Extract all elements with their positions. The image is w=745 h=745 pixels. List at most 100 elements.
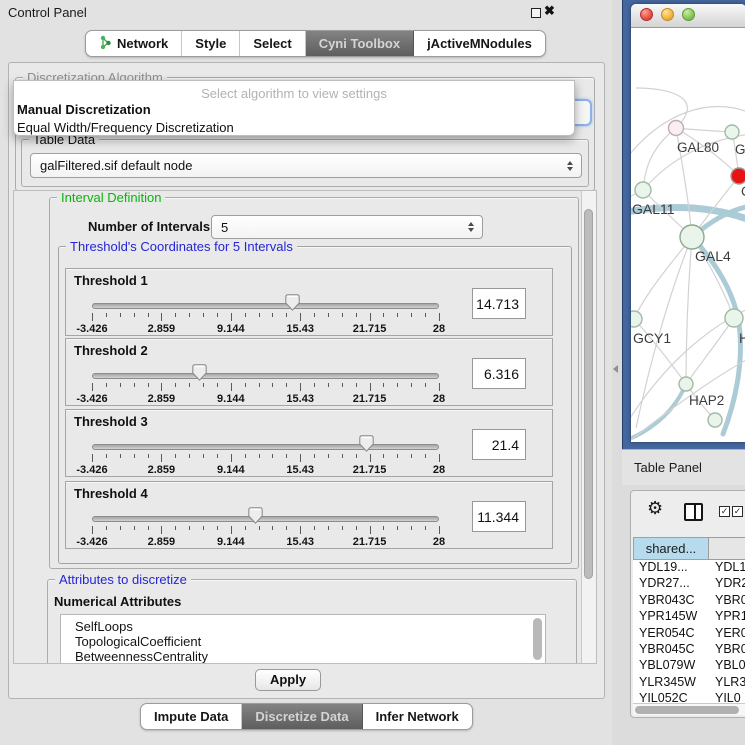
tick-mark bbox=[148, 454, 149, 458]
tick-mark bbox=[286, 526, 287, 530]
tick-mark bbox=[286, 313, 287, 317]
slider-track[interactable] bbox=[92, 516, 439, 522]
settings-scrollbar[interactable] bbox=[581, 191, 596, 663]
attributes-group-title: Attributes to discretize bbox=[55, 572, 191, 587]
tick-label: -3.426 bbox=[76, 464, 107, 476]
node-gal4[interactable] bbox=[680, 225, 704, 249]
tick-label: 2.859 bbox=[148, 536, 176, 548]
tick-mark bbox=[245, 526, 246, 530]
threshold-value-box[interactable]: 11.344 bbox=[472, 501, 526, 532]
threshold-slider[interactable]: -3.4262.8599.14415.4321.71528 bbox=[92, 438, 439, 476]
slider-thumb[interactable] bbox=[192, 364, 207, 381]
tab-infer-network[interactable]: Infer Network bbox=[363, 704, 472, 729]
table-scrollbar-thumb[interactable] bbox=[635, 706, 739, 714]
minimize-traffic-light-icon[interactable] bbox=[661, 8, 674, 21]
network-canvas[interactable]: GAL80GCGAL11GAL4GCY1HHAP2 bbox=[631, 28, 745, 442]
attribute-item[interactable]: TopologicalCoefficient bbox=[61, 634, 545, 649]
tick-mark bbox=[189, 526, 190, 530]
node-bottom-partial[interactable] bbox=[708, 413, 722, 427]
table-data-combo[interactable]: galFiltered.sif default node bbox=[30, 153, 582, 178]
threshold-panel: Threshold 2 -3.4262.8599.14415.4321.7152… bbox=[65, 338, 553, 406]
tab-cyni-toolbox[interactable]: Cyni Toolbox bbox=[306, 31, 414, 56]
attribute-item[interactable]: SelfLoops bbox=[61, 619, 545, 634]
tab-style[interactable]: Style bbox=[182, 31, 240, 56]
numerical-attributes-heading: Numerical Attributes bbox=[54, 594, 181, 609]
table-row[interactable]: YPR145WYPR1 bbox=[633, 609, 745, 625]
node-red[interactable] bbox=[731, 168, 745, 184]
threshold-slider[interactable]: -3.4262.8599.14415.4321.71528 bbox=[92, 297, 439, 335]
tab-discretize-data[interactable]: Discretize Data bbox=[242, 704, 362, 729]
tab-impute-data[interactable]: Impute Data bbox=[141, 704, 242, 729]
table-horizontal-scrollbar[interactable] bbox=[633, 703, 745, 715]
node-hap2[interactable] bbox=[679, 377, 693, 391]
float-window-icon[interactable] bbox=[531, 8, 541, 18]
number-of-intervals-combo[interactable]: 5 bbox=[211, 215, 483, 239]
slider-ticks bbox=[92, 454, 439, 463]
algorithm-popup-item[interactable]: Manual Discretization bbox=[14, 101, 574, 119]
attribute-item[interactable]: BetweennessCentrality bbox=[61, 649, 545, 664]
node-gcy1[interactable] bbox=[631, 311, 642, 327]
node-gal11[interactable] bbox=[635, 182, 651, 198]
table-row[interactable]: YLR345WYLR3 bbox=[633, 675, 745, 691]
gear-icon[interactable]: ⚙ bbox=[647, 500, 663, 518]
slider-thumb[interactable] bbox=[248, 507, 263, 524]
node-top-right[interactable] bbox=[725, 125, 739, 139]
tick-mark bbox=[328, 383, 329, 387]
cell-shared-name: YDL19... bbox=[639, 560, 709, 574]
zoom-traffic-light-icon[interactable] bbox=[682, 8, 695, 21]
tab-select[interactable]: Select bbox=[240, 31, 305, 56]
slider-track[interactable] bbox=[92, 444, 439, 450]
tab-label: Select bbox=[253, 36, 291, 51]
tab-jactivemnodules[interactable]: jActiveMNodules bbox=[414, 31, 545, 56]
node-label-hap2: HAP2 bbox=[689, 393, 724, 408]
threshold-value-box[interactable]: 6.316 bbox=[472, 358, 526, 389]
algorithm-popup-item[interactable]: Equal Width/Frequency Discretization bbox=[14, 119, 574, 137]
table-row[interactable]: YDR27...YDR2 bbox=[633, 576, 745, 592]
table-row[interactable]: YDL19...YDL1 bbox=[633, 560, 745, 576]
tick-mark bbox=[175, 454, 176, 458]
tick-label: 9.144 bbox=[217, 393, 245, 405]
slider-tick-labels: -3.4262.8599.14415.4321.71528 bbox=[92, 464, 439, 476]
list-scrollbar-thumb[interactable] bbox=[533, 618, 542, 660]
tab-network[interactable]: Network bbox=[86, 31, 182, 56]
columns-icon[interactable] bbox=[684, 503, 703, 521]
tick-mark bbox=[328, 313, 329, 317]
network-window[interactable]: GAL80GCGAL11GAL4GCY1HHAP2 bbox=[631, 4, 745, 442]
thresholds-group-title: Threshold's Coordinates for 5 Intervals bbox=[66, 239, 297, 254]
control-panel-title: Control Panel bbox=[8, 5, 87, 20]
tick-mark bbox=[439, 383, 440, 391]
tick-mark bbox=[370, 526, 371, 534]
slider-track[interactable] bbox=[92, 303, 439, 309]
close-icon[interactable]: ✖ bbox=[544, 3, 555, 19]
table-row[interactable]: YBR043CYBR0 bbox=[633, 593, 745, 609]
table-row[interactable]: YER054CYER0 bbox=[633, 626, 745, 642]
split-divider-grip[interactable] bbox=[613, 365, 618, 373]
threshold-value-box[interactable]: 14.713 bbox=[472, 288, 526, 319]
tick-mark bbox=[134, 526, 135, 530]
threshold-slider[interactable]: -3.4262.8599.14415.4321.71528 bbox=[92, 367, 439, 405]
tick-mark bbox=[356, 454, 357, 458]
column-header-shared[interactable]: shared... bbox=[633, 537, 709, 560]
table-row[interactable]: YBR045CYBR0 bbox=[633, 642, 745, 658]
numerical-attributes-list[interactable]: SelfLoopsTopologicalCoefficientBetweenne… bbox=[60, 614, 546, 664]
slider-thumb[interactable] bbox=[359, 435, 374, 452]
tick-mark bbox=[370, 313, 371, 321]
threshold-value-box[interactable]: 21.4 bbox=[472, 429, 526, 460]
apply-button[interactable]: Apply bbox=[255, 669, 321, 691]
settings-scroll-viewport: Interval Definition Number of Intervals … bbox=[13, 190, 597, 664]
slider-thumb[interactable] bbox=[285, 294, 300, 311]
table-row[interactable]: YIL052CYIL0 bbox=[633, 691, 745, 703]
node-gal80[interactable] bbox=[669, 121, 684, 136]
column-header-name[interactable]: n bbox=[708, 537, 745, 560]
tick-mark bbox=[439, 313, 440, 321]
tick-mark bbox=[189, 383, 190, 387]
close-traffic-light-icon[interactable] bbox=[640, 8, 653, 21]
slider-track[interactable] bbox=[92, 373, 439, 379]
checkbox-icon[interactable]: ✓ bbox=[732, 506, 743, 517]
settings-scrollbar-thumb[interactable] bbox=[584, 209, 593, 579]
tick-mark bbox=[120, 383, 121, 387]
node-right-mid[interactable] bbox=[725, 309, 743, 327]
checkbox-icon[interactable]: ✓ bbox=[719, 506, 730, 517]
table-row[interactable]: YBL079WYBL0 bbox=[633, 658, 745, 674]
threshold-slider[interactable]: -3.4262.8599.14415.4321.71528 bbox=[92, 510, 439, 548]
